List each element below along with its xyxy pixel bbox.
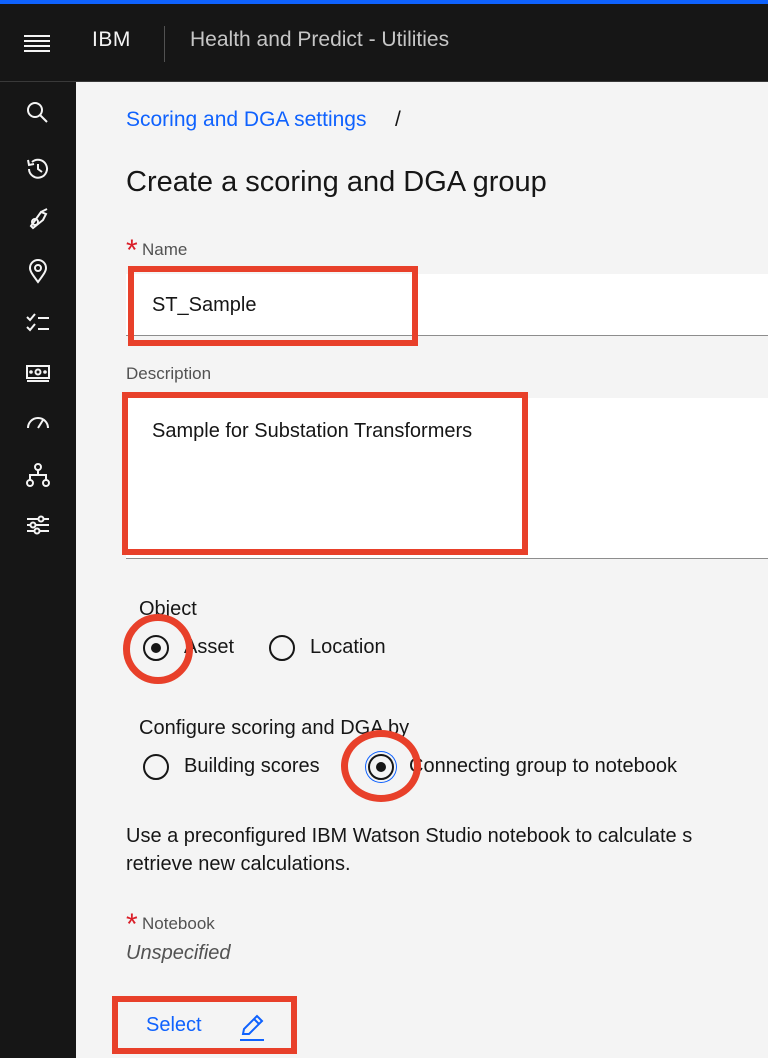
help-text-line-2: retrieve new calculations. [126, 853, 351, 875]
select-notebook-button[interactable]: Select [146, 1014, 266, 1044]
settings-sliders-icon[interactable] [23, 510, 53, 540]
name-input[interactable]: ST_Sample [126, 274, 768, 336]
location-pin-icon[interactable] [23, 256, 53, 286]
select-button-label: Select [146, 1014, 202, 1036]
checklist-icon[interactable] [23, 308, 53, 338]
recent-history-icon[interactable] [23, 154, 53, 184]
configure-radio-building-scores[interactable] [143, 754, 169, 780]
description-label: Description [126, 364, 212, 383]
breadcrumb-separator: / [395, 108, 401, 131]
object-option-location-label[interactable]: Location [310, 636, 386, 659]
asset-tag-icon[interactable] [23, 204, 53, 234]
description-textarea[interactable]: Sample for Substation Transformers [126, 398, 768, 559]
configure-option-building-scores-label[interactable]: Building scores [184, 755, 320, 778]
app-header: IBM Health and Predict - Utilities [0, 4, 768, 82]
object-radio-location[interactable] [269, 635, 295, 661]
name-label: Name [142, 240, 188, 259]
object-option-asset-label[interactable]: Asset [184, 636, 234, 659]
description-value: Sample for Substation Transformers [152, 420, 473, 442]
hierarchy-icon[interactable] [23, 460, 53, 490]
object-legend: Object [139, 598, 197, 620]
breadcrumb-link[interactable]: Scoring and DGA settings [126, 108, 366, 132]
edit-pencil-icon [236, 1012, 268, 1044]
object-radio-asset[interactable] [143, 635, 169, 661]
help-text-line-1: Use a preconfigured IBM Watson Studio no… [126, 825, 693, 847]
main-content: Scoring and DGA settings / Create a scor… [76, 82, 768, 1058]
configure-legend: Configure scoring and DGA by [139, 717, 410, 739]
money-icon[interactable] [23, 358, 53, 388]
notebook-value: Unspecified [126, 942, 231, 964]
notebook-label: Notebook [142, 914, 215, 933]
header-divider [164, 26, 165, 62]
brand-logo[interactable]: IBM [92, 28, 131, 52]
gauge-icon[interactable] [23, 408, 53, 438]
page-title: Create a scoring and DGA group [126, 166, 547, 198]
side-rail [0, 82, 76, 1058]
configure-radio-notebook[interactable] [368, 754, 394, 780]
required-marker: * [126, 908, 138, 941]
search-icon[interactable] [23, 98, 53, 128]
help-text: Use a preconfigured IBM Watson Studio no… [126, 822, 692, 878]
configure-option-notebook-label[interactable]: Connecting group to notebook [409, 755, 677, 778]
required-marker: * [126, 234, 138, 267]
name-value: ST_Sample [152, 294, 257, 316]
app-title: Health and Predict - Utilities [190, 28, 450, 51]
hamburger-menu-icon[interactable] [20, 28, 56, 60]
